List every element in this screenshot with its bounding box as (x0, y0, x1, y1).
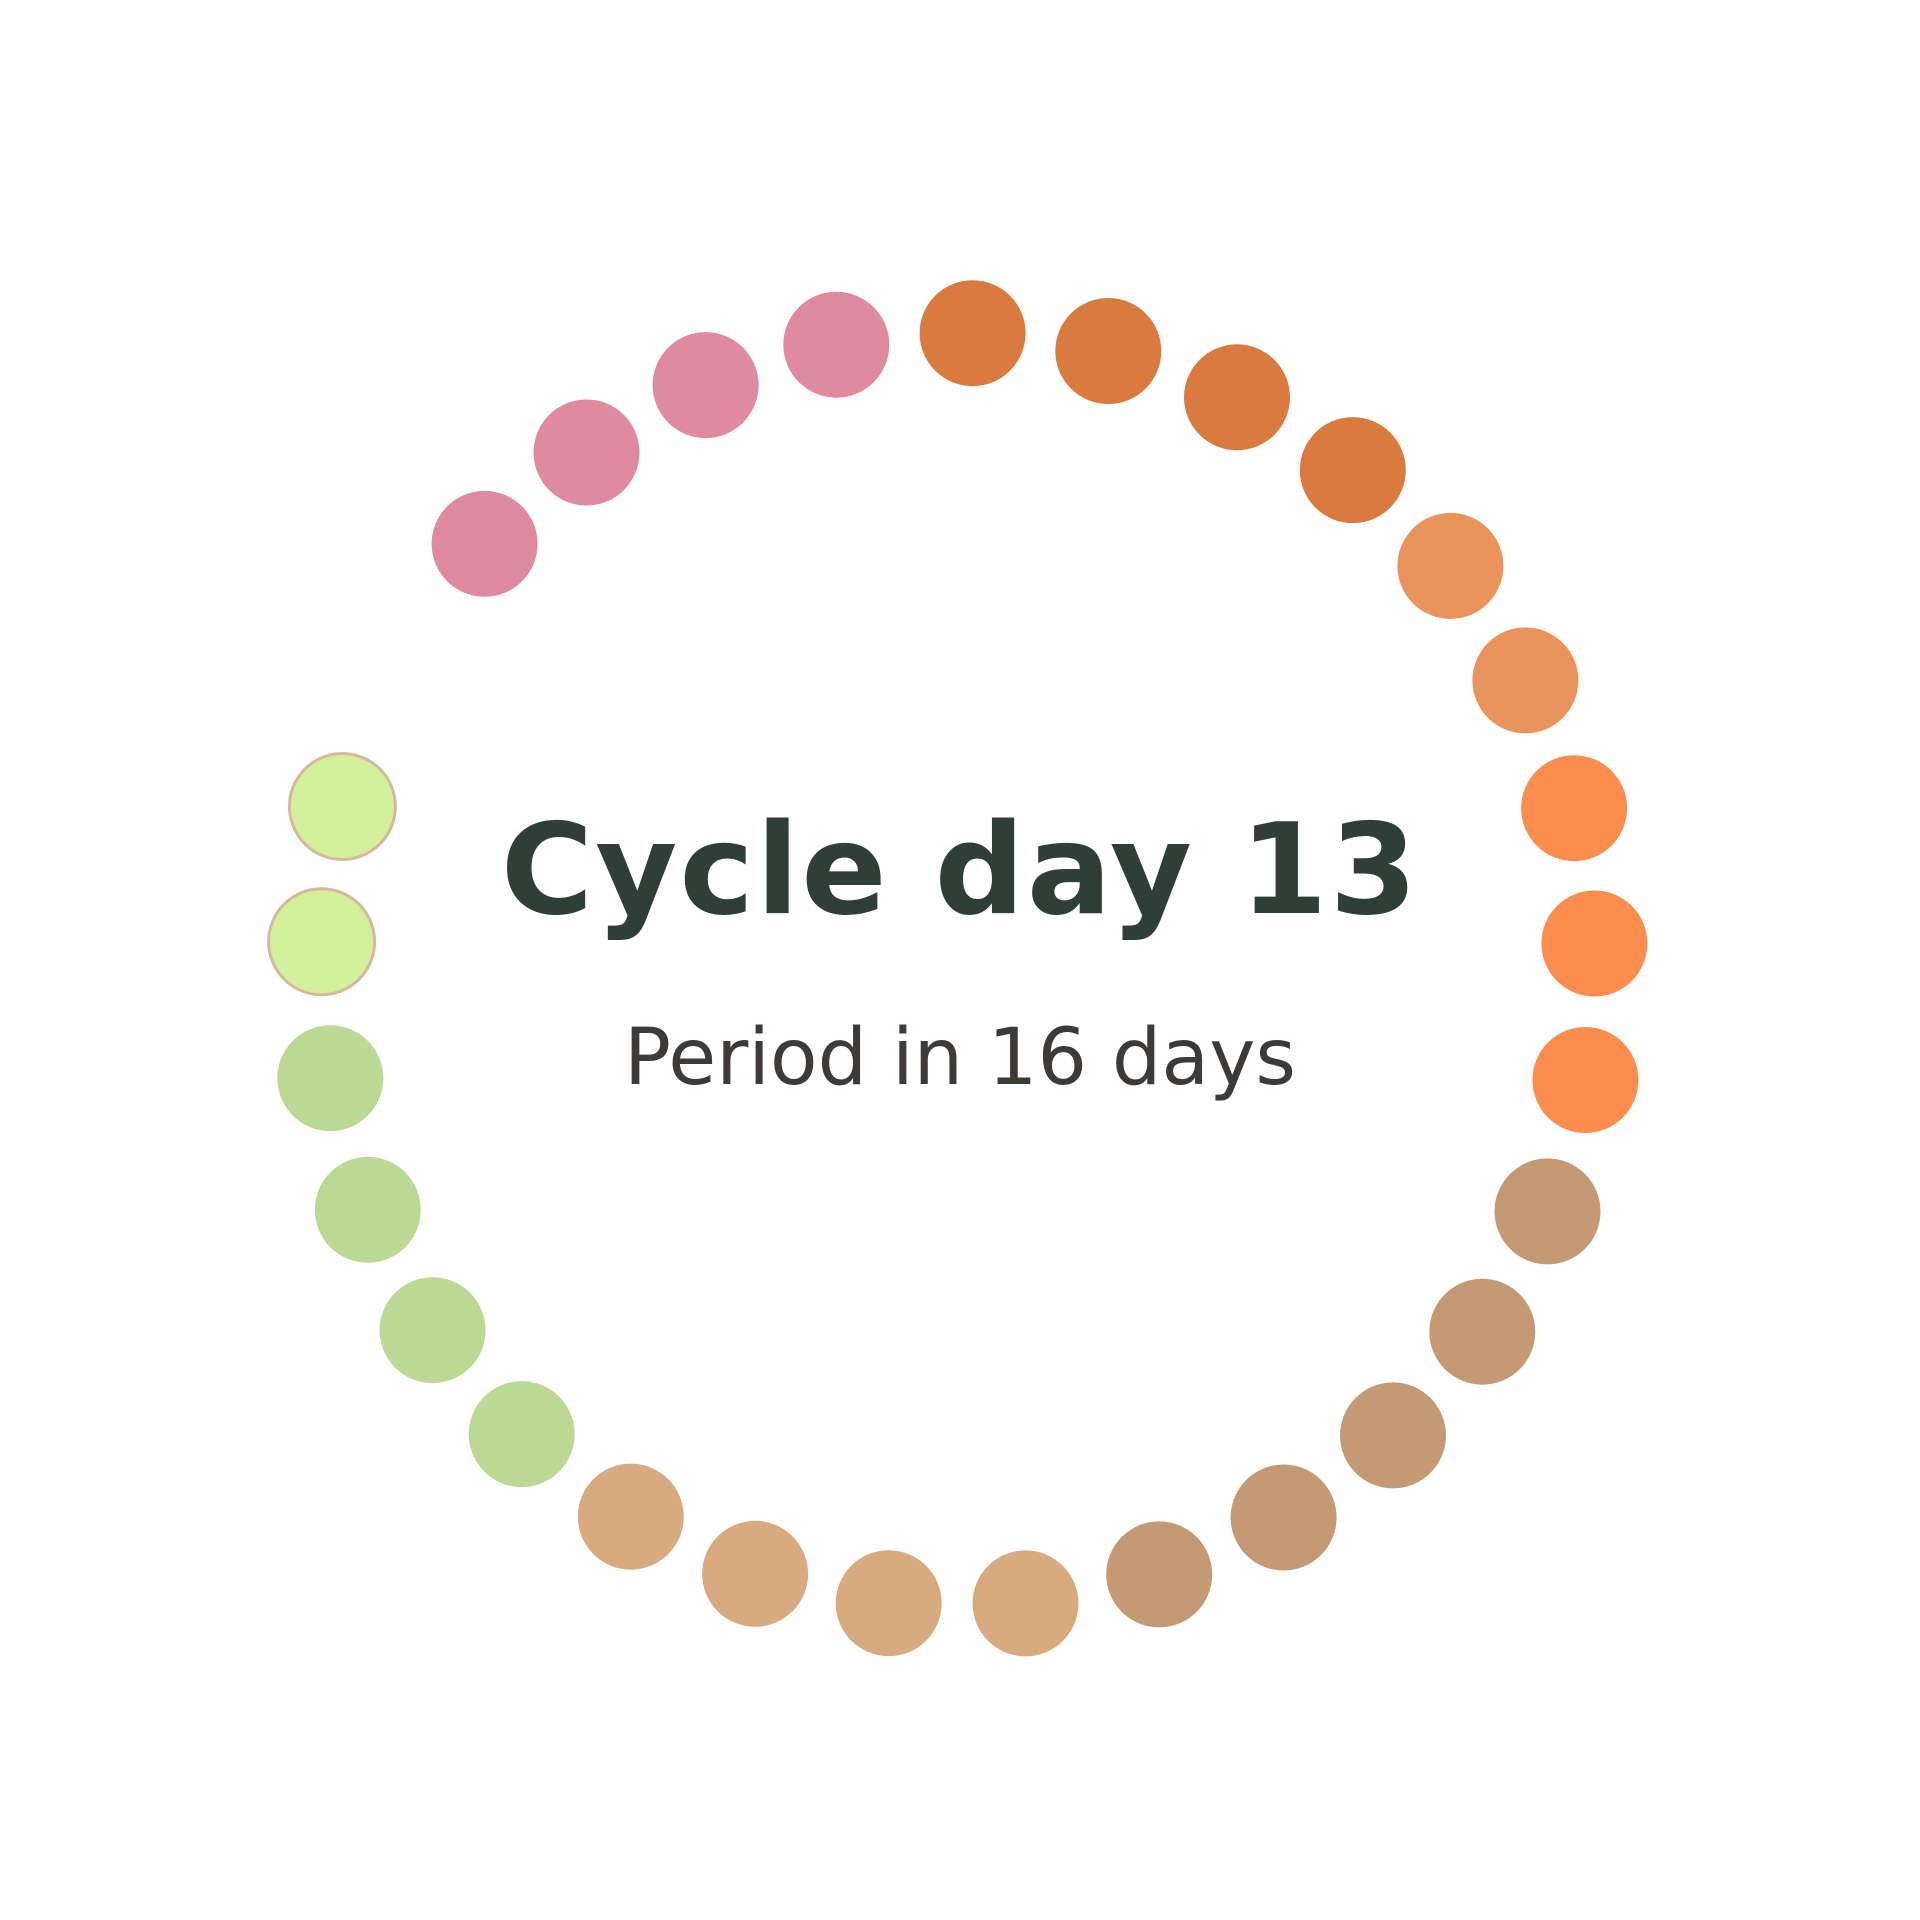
cycle-day-dot-22 (577, 1463, 684, 1570)
cycle-day-dot-26 (277, 1025, 384, 1132)
cycle-day-dot-15 (1429, 1278, 1536, 1385)
cycle-day-dot-25 (314, 1156, 421, 1263)
cycle-day-dot-27 (267, 887, 377, 997)
cycle-day-dot-5 (919, 280, 1026, 387)
cycle-day-title: Cycle day 13 (500, 796, 1420, 943)
cycle-day-dot-8 (1299, 417, 1406, 524)
cycle-day-dot-17 (1230, 1464, 1337, 1571)
cycle-day-dot-4 (783, 291, 890, 398)
cycle-day-dot-7 (1184, 344, 1290, 451)
cycle-day-dot-24 (379, 1277, 486, 1384)
cycle-day-dot-23 (468, 1381, 575, 1488)
cycle-day-dot-13 (1532, 1027, 1639, 1133)
cycle-day-dot-12 (1541, 890, 1648, 997)
period-countdown-text: Period in 16 days (623, 1013, 1297, 1103)
cycle-ring-widget: Cycle day 13 Period in 16 days (0, 0, 1920, 1920)
cycle-day-dot-10 (1472, 627, 1579, 734)
cycle-day-dot-18 (1106, 1521, 1213, 1628)
cycle-day-dot-14 (1494, 1158, 1601, 1265)
cycle-day-dot-16 (1340, 1382, 1446, 1489)
cycle-day-dot-9 (1397, 512, 1504, 619)
cycle-day-dot-1 (431, 490, 538, 597)
cycle-dot-ring (267, 280, 1648, 1657)
cycle-day-dot-2 (533, 399, 640, 506)
cycle-day-dot-3 (652, 332, 759, 439)
cycle-day-dot-21 (702, 1520, 809, 1627)
cycle-day-dot-6 (1055, 298, 1162, 404)
cycle-day-dot-11 (1521, 755, 1628, 862)
cycle-day-dot-19 (972, 1550, 1079, 1657)
cycle-day-dot-20 (835, 1550, 942, 1657)
cycle-day-dot-28 (287, 752, 397, 861)
